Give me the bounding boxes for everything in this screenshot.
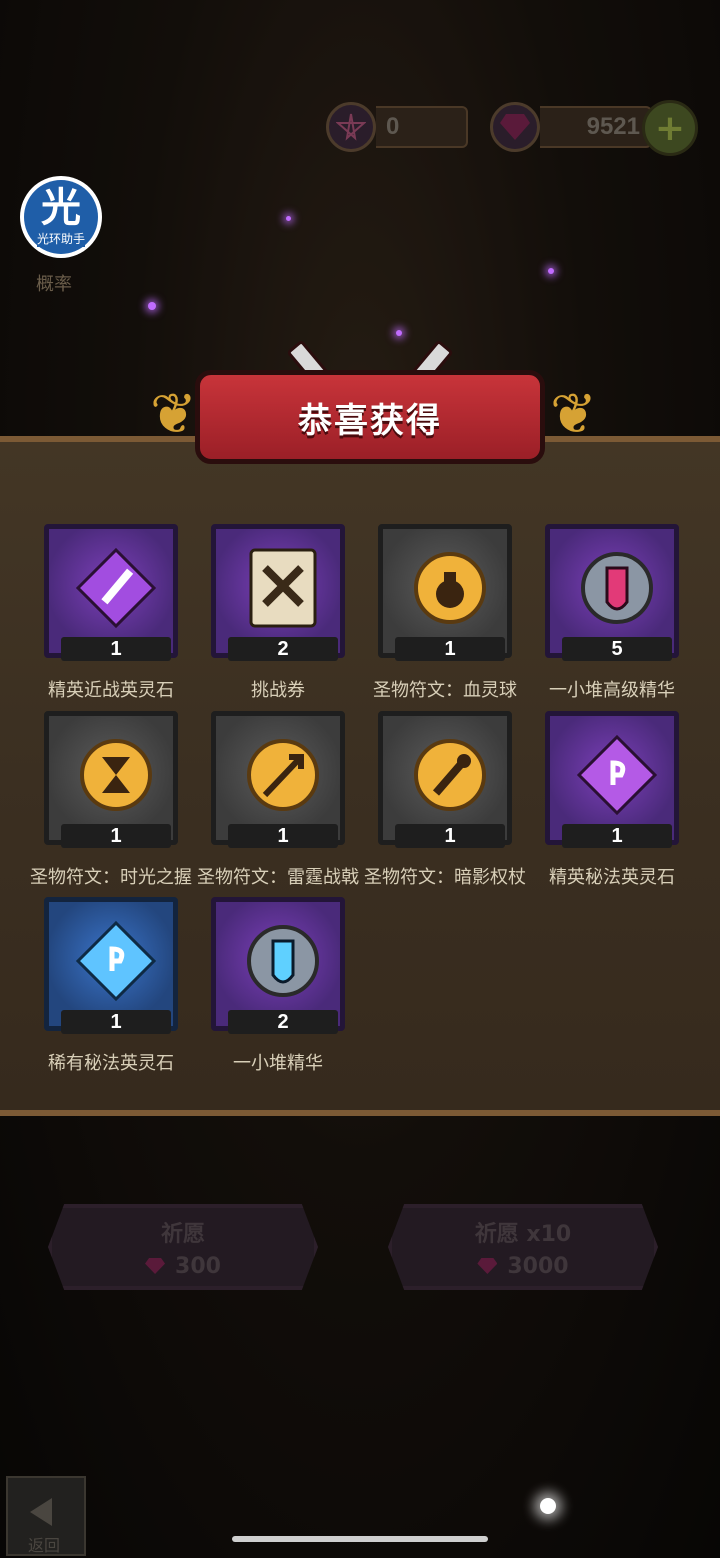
challenge-ticket-icon bbox=[238, 543, 328, 633]
item-count: 1 bbox=[395, 637, 505, 661]
laurel-left-icon: ❦ bbox=[150, 382, 197, 447]
helper-logo-text: 光环助手 bbox=[36, 229, 85, 247]
item-name: 圣物符文：雷霆战戟 bbox=[197, 867, 359, 888]
wish-x10-cost: 3000 bbox=[507, 1253, 569, 1279]
reward-item[interactable]: 2 挑战券 bbox=[211, 524, 377, 704]
pentagram-value: 0 bbox=[376, 106, 468, 148]
purple-crystal-sword-icon bbox=[71, 543, 161, 633]
thunder-halberd-rune-icon bbox=[238, 730, 328, 820]
item-name: 精英近战英灵石 bbox=[48, 680, 174, 701]
item-frame: 1 bbox=[378, 711, 512, 848]
wish-label: 祈愿 bbox=[160, 1221, 205, 1247]
hourglass-rune-icon bbox=[71, 730, 161, 820]
essence-vial-red-icon bbox=[572, 543, 662, 633]
item-name: 稀有秘法英灵石 bbox=[48, 1053, 174, 1074]
reward-item[interactable]: 1 圣物符文：血灵球 bbox=[373, 524, 544, 704]
item-name: 挑战券 bbox=[251, 680, 305, 701]
item-name: 圣物符文：暗影权杖 bbox=[364, 867, 526, 888]
wish-x10-button[interactable]: 祈愿 x10 3000 bbox=[388, 1204, 658, 1290]
item-count: 5 bbox=[562, 637, 672, 661]
helper-logo-char: 光 bbox=[41, 184, 81, 231]
item-name: 一小堆精华 bbox=[233, 1053, 323, 1074]
banner-title: 恭喜获得 bbox=[298, 400, 442, 441]
banner-ribbon: 恭喜获得 bbox=[195, 370, 545, 464]
gem-icon bbox=[490, 102, 540, 152]
wish-button[interactable]: 祈愿 300 bbox=[48, 1204, 318, 1290]
gem-currency: 9521 bbox=[490, 102, 652, 152]
reward-banner: ❦ ❦ 恭喜获得 bbox=[150, 339, 597, 500]
sparkle bbox=[148, 302, 156, 310]
reward-item[interactable]: 5 一小堆高级精华 bbox=[545, 524, 711, 704]
reward-item[interactable]: 1 精英近战英灵石 bbox=[44, 524, 210, 704]
essence-vial-blue-icon bbox=[238, 916, 328, 1006]
item-count: 2 bbox=[228, 637, 338, 661]
item-frame: 1 bbox=[378, 524, 512, 661]
sparkle bbox=[548, 268, 554, 274]
item-frame: 1 bbox=[44, 897, 178, 1034]
item-count: 1 bbox=[395, 824, 505, 848]
pentagram-icon bbox=[326, 102, 376, 152]
item-frame: 1 bbox=[211, 711, 345, 848]
item-frame: 2 bbox=[211, 524, 345, 661]
gem-value: 9521 bbox=[540, 106, 652, 148]
pentagram-currency: 0 bbox=[326, 102, 468, 152]
reward-item[interactable]: 1 圣物符文：暗影权杖 bbox=[364, 711, 544, 891]
touch-indicator bbox=[540, 1498, 556, 1514]
item-name: 一小堆高级精华 bbox=[549, 680, 675, 701]
reward-item[interactable]: 1 圣物符文：雷霆战戟 bbox=[197, 711, 377, 891]
shadow-scepter-rune-icon bbox=[405, 730, 495, 820]
reward-item[interactable]: 1 精英秘法英灵石 bbox=[545, 711, 711, 891]
blue-crystal-magic-icon bbox=[71, 916, 161, 1006]
gem-icon bbox=[145, 1258, 166, 1274]
item-name: 圣物符文：时光之握 bbox=[30, 867, 192, 888]
item-name: 精英秘法英灵石 bbox=[549, 867, 675, 888]
laurel-right-icon: ❦ bbox=[550, 382, 597, 447]
reward-item[interactable]: 1 圣物符文：时光之握 bbox=[30, 711, 210, 891]
wish-x10-label: 祈愿 x10 bbox=[474, 1221, 572, 1247]
item-count: 2 bbox=[228, 1010, 338, 1034]
wish-cost: 300 bbox=[175, 1253, 221, 1279]
purple-crystal-magic-icon bbox=[572, 730, 662, 820]
item-count: 1 bbox=[61, 1010, 171, 1034]
reward-item[interactable]: 1 稀有秘法英灵石 bbox=[44, 897, 210, 1077]
reward-item[interactable]: 2 一小堆精华 bbox=[211, 897, 377, 1077]
item-frame: 1 bbox=[545, 711, 679, 848]
item-frame: 1 bbox=[44, 711, 178, 848]
blood-orb-rune-icon bbox=[405, 543, 495, 633]
item-frame: 2 bbox=[211, 897, 345, 1034]
back-arrow-icon bbox=[30, 1498, 52, 1526]
item-count: 1 bbox=[228, 824, 338, 848]
back-label: 返回 bbox=[28, 1536, 61, 1555]
item-count: 1 bbox=[61, 824, 171, 848]
gem-icon bbox=[477, 1258, 498, 1274]
back-button[interactable]: 返回 bbox=[6, 1476, 86, 1556]
item-count: 1 bbox=[61, 637, 171, 661]
probability-link[interactable]: 概率 bbox=[36, 270, 72, 296]
add-gems-button[interactable]: + bbox=[642, 100, 698, 156]
item-count: 1 bbox=[562, 824, 672, 848]
item-name: 圣物符文：血灵球 bbox=[373, 680, 517, 701]
sparkle bbox=[286, 216, 291, 221]
item-frame: 1 bbox=[44, 524, 178, 661]
item-frame: 5 bbox=[545, 524, 679, 661]
sparkle bbox=[396, 330, 402, 336]
helper-logo[interactable]: 光 光环助手 bbox=[20, 176, 102, 258]
home-indicator[interactable] bbox=[232, 1536, 488, 1542]
